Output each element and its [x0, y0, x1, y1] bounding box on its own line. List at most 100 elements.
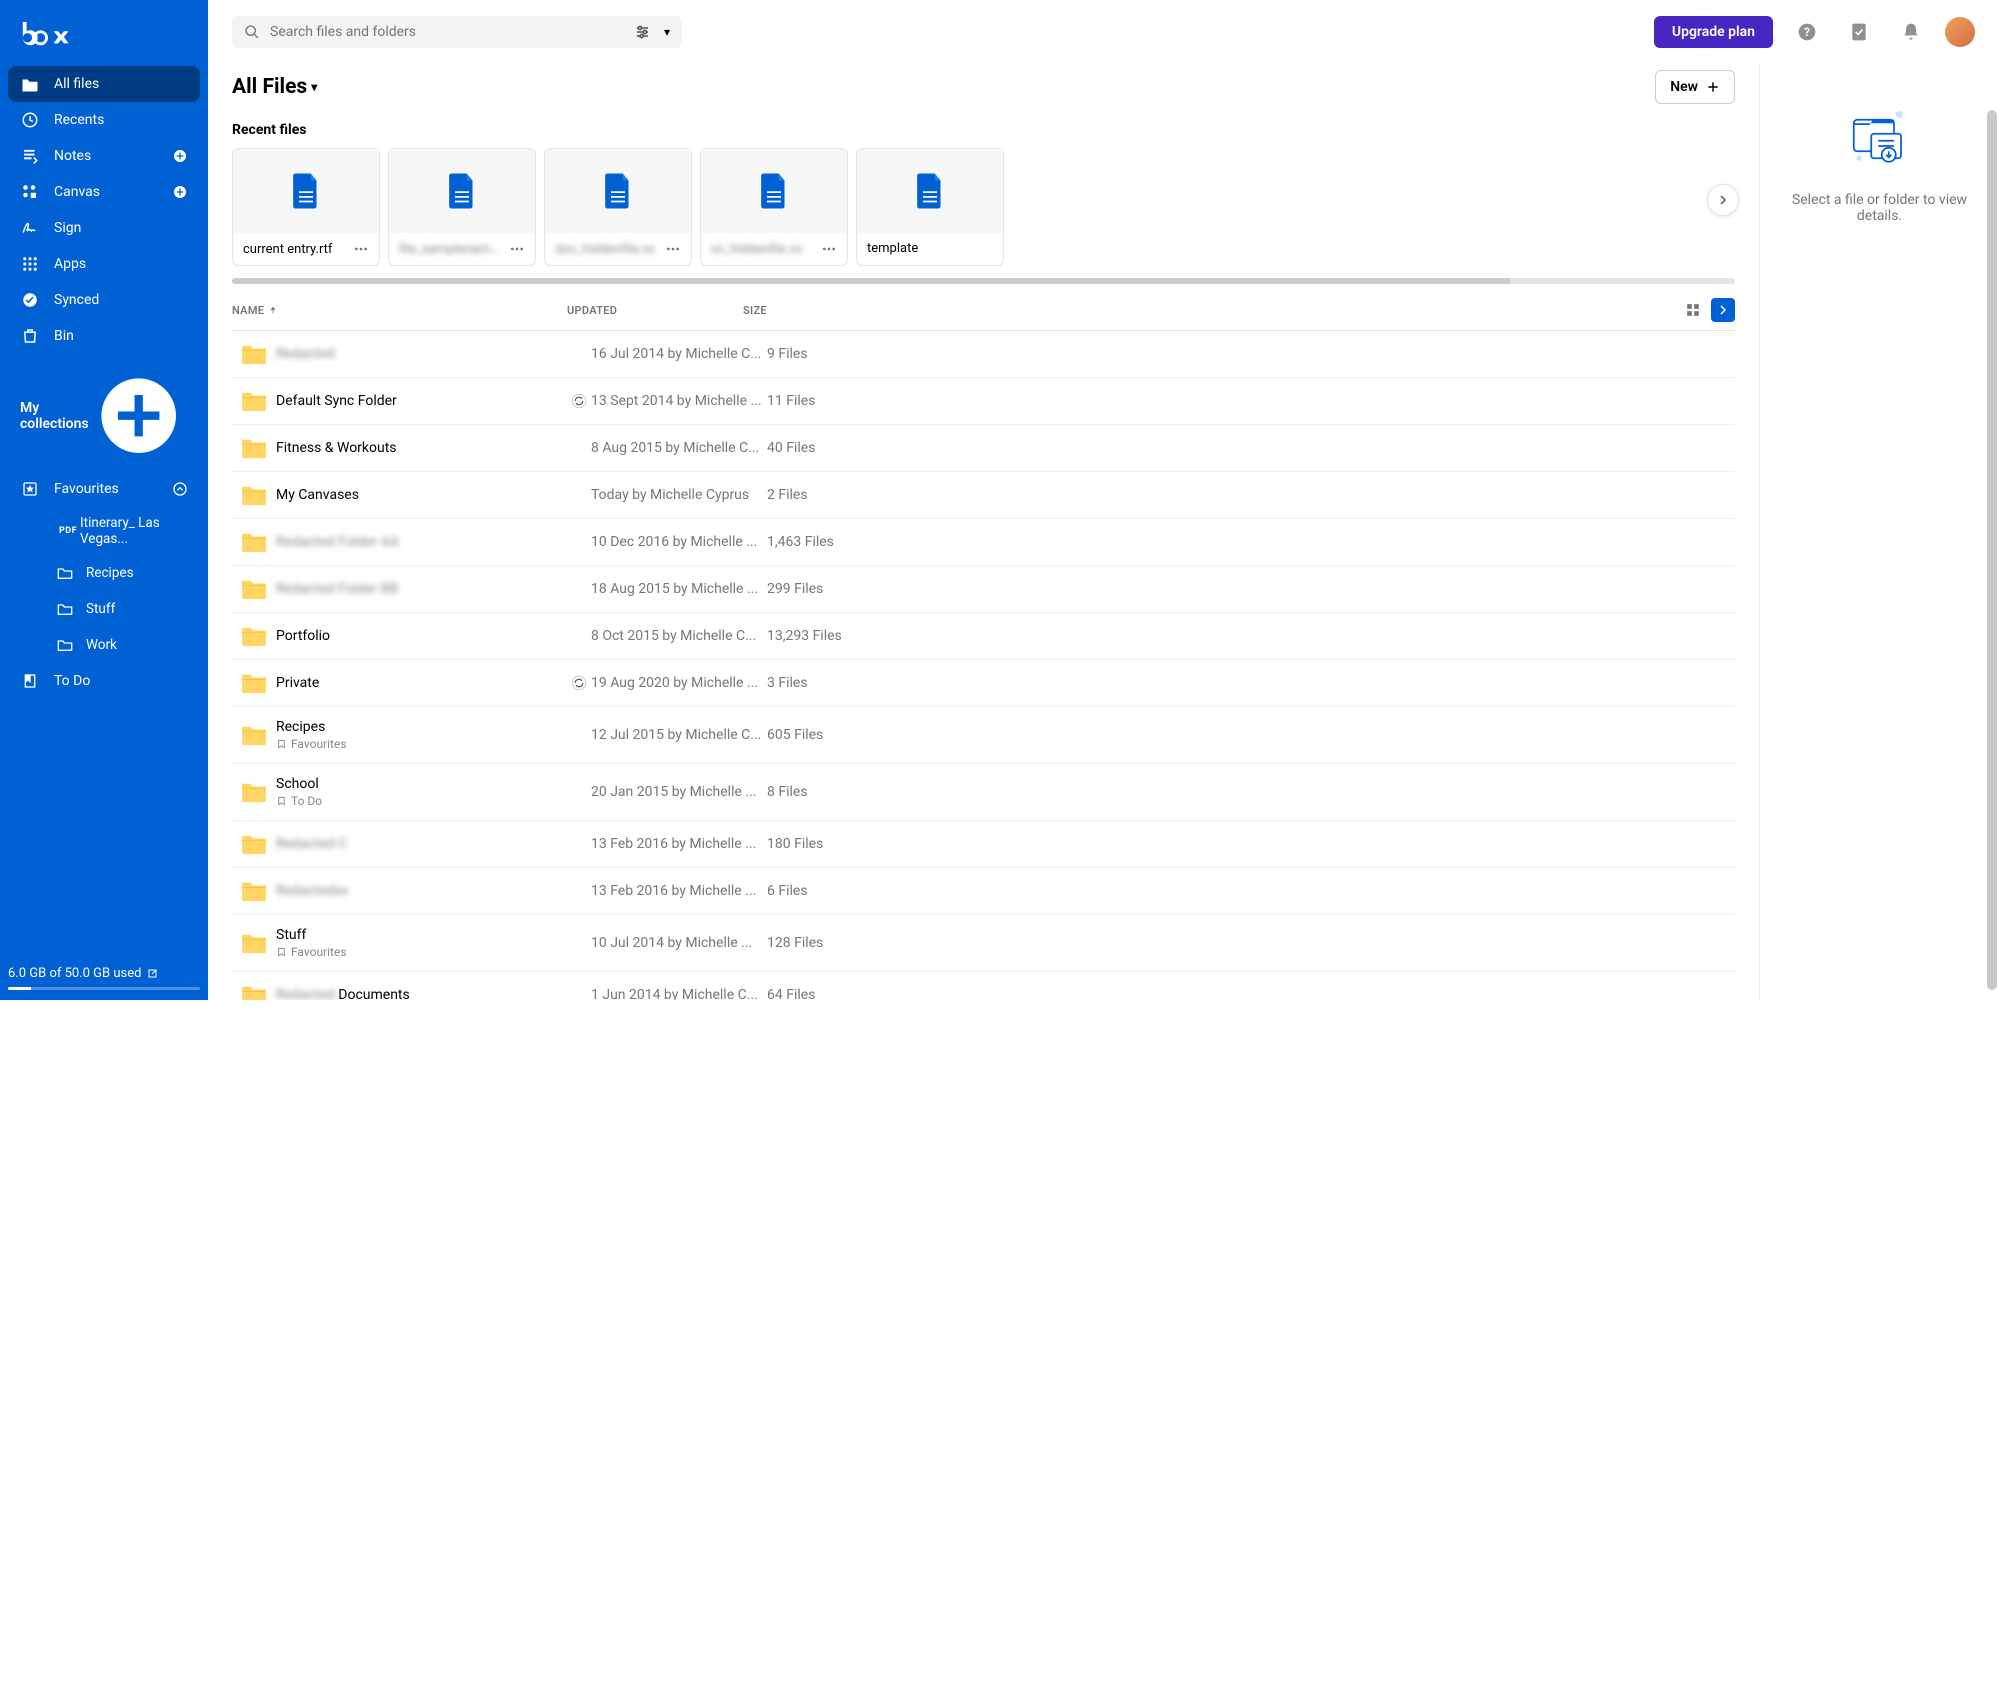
row-updated: 12 Jul 2015 by Michelle C...	[591, 727, 767, 743]
fav-item[interactable]: Stuff	[36, 591, 208, 627]
row-updated: 8 Oct 2015 by Michelle C...	[591, 628, 767, 644]
check-circle-icon	[20, 290, 40, 310]
row-size: 9 Files	[767, 346, 887, 362]
recent-card[interactable]: file_samplename.xx	[388, 148, 536, 266]
table-row[interactable]: School To Do 20 Jan 2015 by Michelle ...…	[232, 764, 1735, 821]
sidebar-item-apps[interactable]: Apps	[0, 246, 208, 282]
folder-icon	[56, 635, 74, 655]
main: ▾ Upgrade plan ? All Files ▾ New Recent …	[208, 0, 1999, 1000]
plus-circle-icon[interactable]	[172, 148, 188, 164]
recent-card[interactable]: doc_hiddenfile.xx	[544, 148, 692, 266]
plus-icon	[1706, 80, 1720, 94]
help-icon[interactable]: ?	[1789, 14, 1825, 50]
row-size: 6 Files	[767, 883, 887, 899]
table-row[interactable]: Fitness & Workouts 8 Aug 2015 by Michell…	[232, 425, 1735, 472]
sidebar-item-label: Sign	[54, 220, 188, 236]
vertical-scrollbar[interactable]	[1987, 110, 1997, 990]
new-button[interactable]: New	[1655, 70, 1735, 104]
fav-item[interactable]: PDFItinerary_ Las Vegas...	[36, 507, 208, 555]
file-icon	[857, 149, 1003, 233]
sidebar-item-sign[interactable]: Sign	[0, 210, 208, 246]
filter-icon[interactable]	[634, 24, 654, 40]
sidebar-nav: All files Recents Notes Canvas Sign Apps…	[0, 66, 208, 956]
table-row[interactable]: Private 19 Aug 2020 by Michelle ... 3 Fi…	[232, 660, 1735, 707]
search-icon	[244, 24, 260, 40]
folder-icon	[232, 724, 276, 746]
recent-scrollbar[interactable]	[232, 278, 1735, 284]
upgrade-button[interactable]: Upgrade plan	[1654, 16, 1773, 48]
sidebar-item-label: Canvas	[54, 184, 172, 200]
search-box[interactable]: ▾	[232, 16, 682, 48]
sidebar-item-bin[interactable]: Bin	[0, 318, 208, 354]
row-tag: Favourites	[276, 737, 567, 751]
table-row[interactable]: Stuff Favourites 10 Jul 2014 by Michelle…	[232, 915, 1735, 972]
col-updated[interactable]: UPDATED	[567, 304, 743, 317]
table-row[interactable]: Portfolio 8 Oct 2015 by Michelle C... 13…	[232, 613, 1735, 660]
col-size[interactable]: SIZE	[743, 304, 843, 317]
table-row[interactable]: Redactedxx 13 Feb 2016 by Michelle ... 6…	[232, 868, 1735, 915]
row-size: 64 Files	[767, 987, 887, 1000]
folder-icon	[232, 343, 276, 365]
row-updated: 8 Aug 2015 by Michelle C...	[591, 440, 767, 456]
recent-card[interactable]: template	[856, 148, 1004, 266]
expand-view-button[interactable]	[1711, 298, 1735, 322]
chevron-up-icon[interactable]	[172, 481, 188, 497]
table-row[interactable]: Redacted Documents 1 Jun 2014 by Michell…	[232, 972, 1735, 1000]
fav-item[interactable]: Recipes	[36, 555, 208, 591]
folder-icon	[232, 390, 276, 412]
fav-item[interactable]: Work	[36, 627, 208, 663]
row-size: 8 Files	[767, 784, 887, 800]
pdf-icon: PDF	[56, 526, 80, 536]
trash-icon	[20, 326, 40, 346]
table-row[interactable]: Redacted Folder AA 10 Dec 2016 by Michel…	[232, 519, 1735, 566]
sort-arrow-icon	[268, 305, 278, 315]
more-icon[interactable]	[665, 241, 681, 257]
recent-next-button[interactable]	[1707, 184, 1739, 216]
star-icon	[20, 479, 40, 499]
row-tag: Favourites	[276, 945, 567, 959]
avatar[interactable]	[1945, 17, 1975, 47]
table-row[interactable]: Redacted C 13 Feb 2016 by Michelle ... 1…	[232, 821, 1735, 868]
sidebar-item-synced[interactable]: Synced	[0, 282, 208, 318]
sidebar-item-recents[interactable]: Recents	[0, 102, 208, 138]
row-updated: 13 Feb 2016 by Michelle ...	[591, 883, 767, 899]
recent-card[interactable]: xx_hiddenfile.xx	[700, 148, 848, 266]
more-icon[interactable]	[821, 241, 837, 257]
table-row[interactable]: My Canvases Today by Michelle Cyprus 2 F…	[232, 472, 1735, 519]
row-size: 1,463 Files	[767, 534, 887, 550]
row-updated: 1 Jun 2014 by Michelle C...	[591, 987, 767, 1000]
row-size: 605 Files	[767, 727, 887, 743]
canvas-icon	[20, 182, 40, 202]
sidebar-item-all-files[interactable]: All files	[8, 66, 200, 102]
bell-icon[interactable]	[1893, 14, 1929, 50]
col-name[interactable]: NAME	[232, 304, 567, 317]
recent-card[interactable]: current entry.rtf	[232, 148, 380, 266]
plus-circle-icon[interactable]	[89, 366, 188, 465]
row-name: School To Do	[276, 776, 567, 808]
sidebar-item-notes[interactable]: Notes	[0, 138, 208, 174]
row-name: Fitness & Workouts	[276, 440, 567, 456]
file-table: Redacted 16 Jul 2014 by Michelle C... 9 …	[232, 331, 1735, 1000]
table-row[interactable]: Redacted Folder BB 18 Aug 2015 by Michel…	[232, 566, 1735, 613]
table-row[interactable]: Recipes Favourites 12 Jul 2015 by Michel…	[232, 707, 1735, 764]
sidebar-item-label: Apps	[54, 256, 188, 272]
recent-filename: file_samplename.xx	[399, 242, 505, 257]
grid-view-button[interactable]	[1681, 298, 1705, 322]
row-updated: 16 Jul 2014 by Michelle C...	[591, 346, 767, 362]
storage-usage[interactable]: 6.0 GB of 50.0 GB used	[0, 956, 208, 1000]
more-icon[interactable]	[509, 241, 525, 257]
more-icon[interactable]	[353, 241, 369, 257]
plus-circle-icon[interactable]	[172, 184, 188, 200]
table-row[interactable]: Redacted 16 Jul 2014 by Michelle C... 9 …	[232, 331, 1735, 378]
sidebar-item-todo[interactable]: To Do	[0, 663, 208, 699]
brand-logo[interactable]	[0, 12, 208, 66]
chevron-down-icon[interactable]: ▾	[664, 25, 670, 39]
page-title[interactable]: All Files ▾	[232, 75, 317, 99]
search-input[interactable]	[270, 24, 624, 40]
sidebar-item-favourites[interactable]: Favourites	[0, 471, 208, 507]
tasks-icon[interactable]	[1841, 14, 1877, 50]
my-collections-header[interactable]: My collections	[0, 354, 208, 471]
sidebar-item-canvas[interactable]: Canvas	[0, 174, 208, 210]
table-row[interactable]: Default Sync Folder 13 Sept 2014 by Mich…	[232, 378, 1735, 425]
row-updated: Today by Michelle Cyprus	[591, 487, 767, 503]
